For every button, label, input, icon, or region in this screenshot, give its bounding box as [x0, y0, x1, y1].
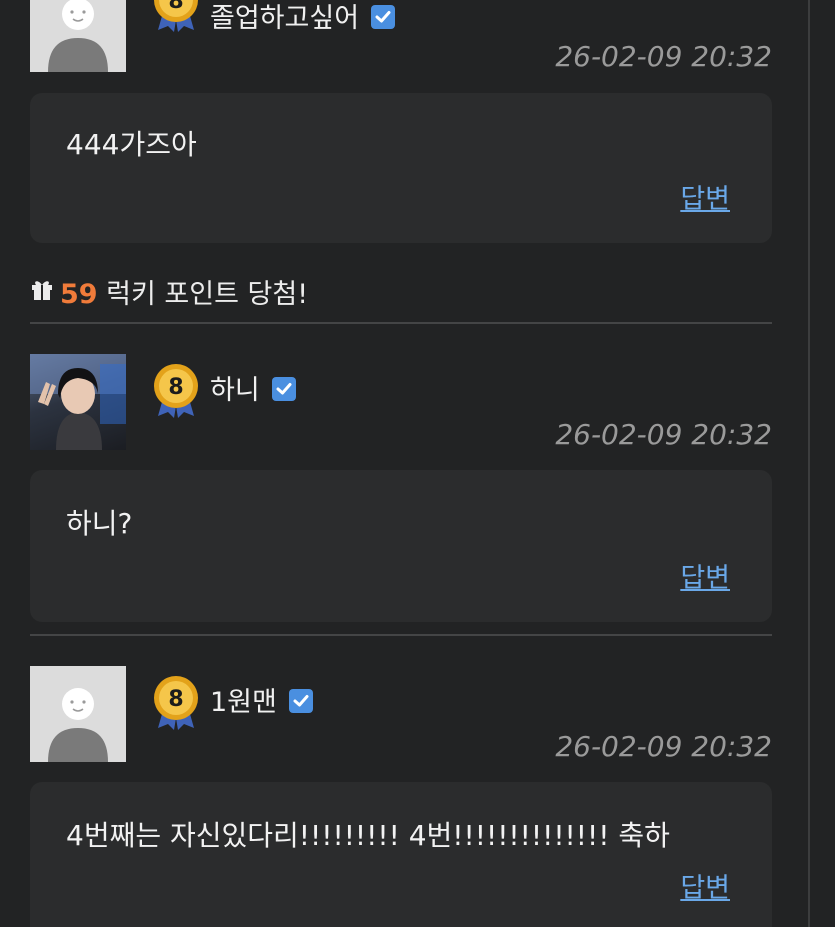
comment-text: 하니?: [66, 507, 133, 540]
comment-text: 4번째는 자신있다리!!!!!!!!! 4번!!!!!!!!!!!!!! 축하: [66, 819, 670, 852]
level-badge-icon: 8: [152, 362, 200, 418]
divider: [30, 322, 772, 324]
lucky-points-value: 59: [60, 279, 98, 310]
author-name[interactable]: 졸업하고싶어: [210, 0, 396, 35]
comment-body: 하니? 답변: [30, 470, 772, 622]
scroll-divider: [808, 0, 810, 927]
avatar[interactable]: [30, 0, 126, 72]
author-label: 1원맨: [210, 687, 277, 718]
profile-photo: [30, 354, 126, 450]
reply-link[interactable]: 답변: [680, 556, 730, 595]
comment-timestamp: 26-02-09 20:32: [555, 418, 772, 451]
verified-check-icon: [288, 688, 313, 713]
comment-list: 8 졸업하고싶어 26-02-09 20:32 444가즈아 답변 59 럭키 …: [0, 0, 835, 927]
gift-icon: [30, 277, 54, 308]
comment-timestamp: 26-02-09 20:32: [555, 730, 772, 763]
reply-link[interactable]: 답변: [680, 177, 730, 216]
lucky-points-text: 럭키 포인트 당첨!: [106, 279, 309, 310]
avatar[interactable]: [30, 666, 126, 762]
svg-text:8: 8: [168, 0, 183, 14]
author-name[interactable]: 하니: [210, 368, 296, 407]
lucky-point-banner: 59 럭키 포인트 당첨!: [30, 272, 308, 311]
default-avatar-icon: [48, 0, 108, 72]
verified-check-icon: [371, 4, 396, 29]
comment-timestamp: 26-02-09 20:32: [555, 40, 772, 73]
level-badge-icon: 8: [152, 674, 200, 730]
svg-text:8: 8: [168, 687, 183, 712]
comment-text: 444가즈아: [66, 128, 197, 161]
verified-check-icon: [271, 376, 296, 401]
reply-link[interactable]: 답변: [680, 866, 730, 905]
comment-body: 4번째는 자신있다리!!!!!!!!! 4번!!!!!!!!!!!!!! 축하 …: [30, 782, 772, 927]
comment-body: 444가즈아 답변: [30, 93, 772, 243]
level-badge-icon: 8: [152, 0, 200, 32]
divider: [30, 634, 772, 636]
author-label: 졸업하고싶어: [210, 3, 360, 34]
default-avatar-icon: [48, 688, 108, 762]
svg-text:8: 8: [168, 375, 183, 400]
author-name[interactable]: 1원맨: [210, 680, 313, 719]
avatar[interactable]: [30, 354, 126, 450]
author-label: 하니: [210, 375, 260, 406]
